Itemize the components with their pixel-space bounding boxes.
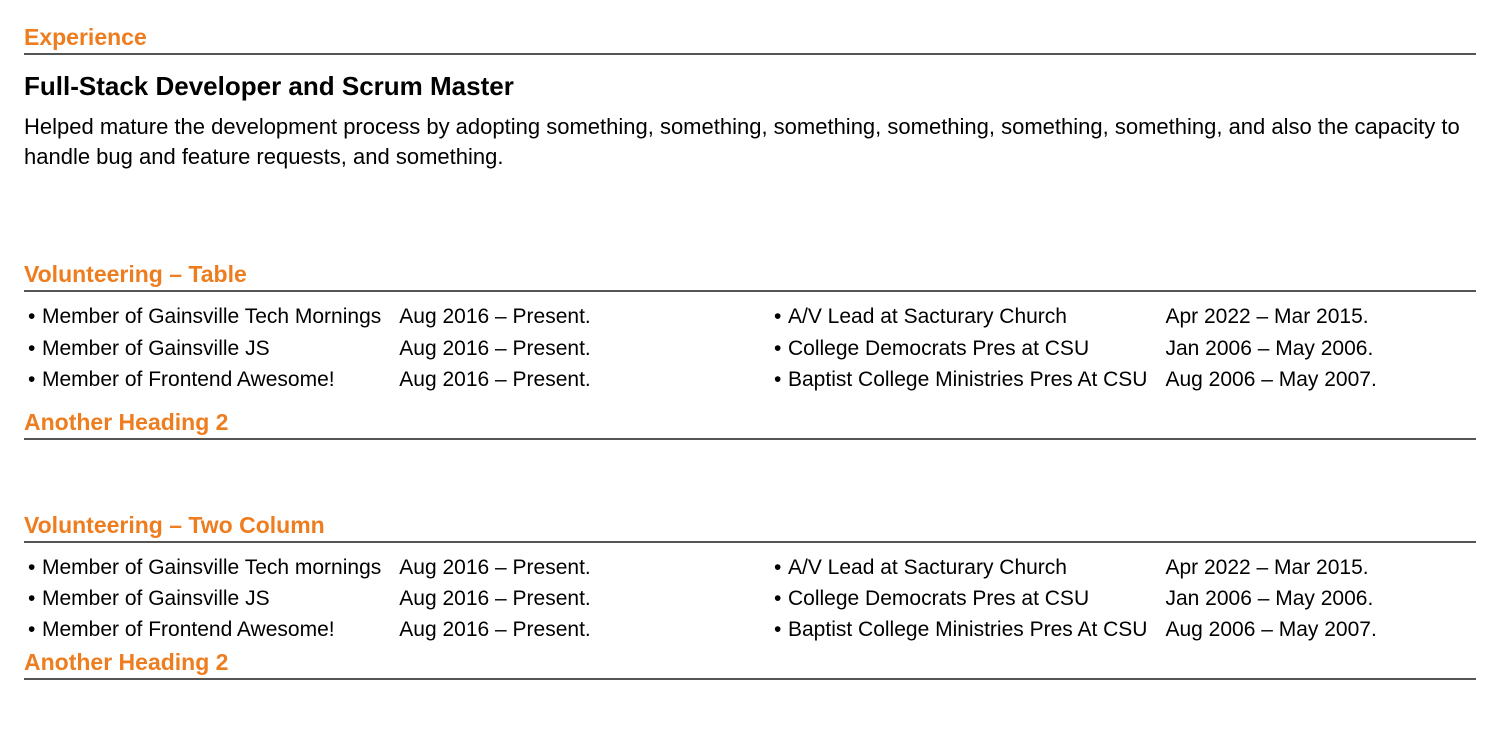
list-item-label: College Democrats Pres at CSU — [788, 584, 1165, 613]
job-description: Helped mature the development process by… — [24, 112, 1476, 171]
list-item-label: Member of Frontend Awesome! — [42, 615, 399, 644]
bullet-icon: • — [24, 334, 42, 363]
volunteering-twocol-columns: • Member of Gainsville Tech mornings Aug… — [24, 553, 1476, 645]
bullet-icon: • — [770, 365, 788, 394]
list-item-date: Aug 2006 – May 2007. — [1165, 365, 1476, 394]
section-heading-volunteering-twocol: Volunteering – Two Column — [24, 512, 1476, 543]
list-item-date: Apr 2022 – Mar 2015. — [1165, 553, 1476, 582]
bullet-icon: • — [24, 584, 42, 613]
bullet-icon: • — [24, 302, 42, 331]
section-heading-another-1: Another Heading 2 — [24, 409, 1476, 440]
list-item-label: Member of Gainsville Tech Mornings — [42, 302, 399, 331]
volunteering-twocol-left: • Member of Gainsville Tech mornings Aug… — [24, 553, 730, 645]
list-item-date: Aug 2016 – Present. — [399, 365, 730, 394]
list-item-label: Member of Frontend Awesome! — [42, 365, 399, 394]
list-item-label: Member of Gainsville JS — [42, 334, 399, 363]
list-item-date: Jan 2006 – May 2006. — [1165, 584, 1476, 613]
section-heading-experience: Experience — [24, 24, 1476, 55]
volunteering-table-right: • A/V Lead at Sacturary Church Apr 2022 … — [770, 302, 1476, 394]
list-item-label: Member of Gainsville JS — [42, 584, 399, 613]
list-item-label: College Democrats Pres at CSU — [788, 334, 1165, 363]
bullet-icon: • — [770, 584, 788, 613]
job-title: Full-Stack Developer and Scrum Master — [24, 71, 1476, 102]
list-item-date: Aug 2016 – Present. — [399, 334, 730, 363]
bullet-icon: • — [770, 302, 788, 331]
list-item-label: Baptist College Ministries Pres At CSU — [788, 615, 1165, 644]
list-item-date: Aug 2016 – Present. — [399, 615, 730, 644]
vertical-spacer — [24, 171, 1476, 257]
list-item-date: Aug 2016 – Present. — [399, 553, 730, 582]
bullet-icon: • — [24, 615, 42, 644]
bullet-icon: • — [24, 553, 42, 582]
bullet-icon: • — [770, 553, 788, 582]
list-item-date: Aug 2016 – Present. — [399, 584, 730, 613]
list-item-date: Aug 2016 – Present. — [399, 302, 730, 331]
bullet-icon: • — [24, 365, 42, 394]
bullet-icon: • — [770, 615, 788, 644]
section-heading-another-2: Another Heading 2 — [24, 649, 1476, 680]
vertical-spacer — [24, 450, 1476, 508]
list-item-date: Aug 2006 – May 2007. — [1165, 615, 1476, 644]
list-item-label: Baptist College Ministries Pres At CSU — [788, 365, 1165, 394]
list-item-date: Apr 2022 – Mar 2015. — [1165, 302, 1476, 331]
list-item-label: A/V Lead at Sacturary Church — [788, 302, 1165, 331]
section-heading-volunteering-table: Volunteering – Table — [24, 261, 1476, 292]
list-item-label: Member of Gainsville Tech mornings — [42, 553, 399, 582]
volunteering-table-left: • Member of Gainsville Tech Mornings Aug… — [24, 302, 730, 394]
bullet-icon: • — [770, 334, 788, 363]
list-item-label: A/V Lead at Sacturary Church — [788, 553, 1165, 582]
volunteering-twocol-right: • A/V Lead at Sacturary Church Apr 2022 … — [770, 553, 1476, 645]
volunteering-table-columns: • Member of Gainsville Tech Mornings Aug… — [24, 302, 1476, 394]
list-item-date: Jan 2006 – May 2006. — [1165, 334, 1476, 363]
